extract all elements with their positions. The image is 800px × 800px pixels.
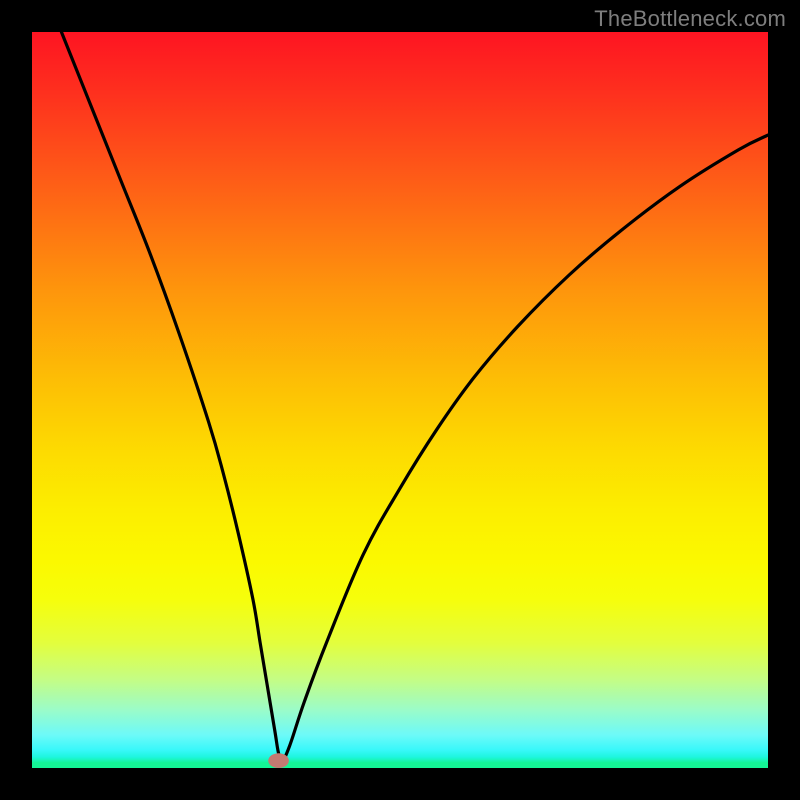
min-marker <box>268 753 289 768</box>
watermark-text: TheBottleneck.com <box>594 6 786 32</box>
chart-frame: TheBottleneck.com <box>0 0 800 800</box>
curve-svg <box>32 32 768 768</box>
plot-area <box>32 32 768 768</box>
bottleneck-curve <box>61 32 768 761</box>
